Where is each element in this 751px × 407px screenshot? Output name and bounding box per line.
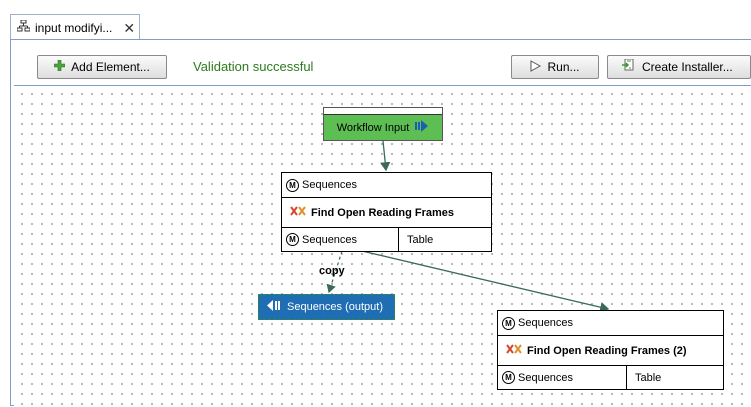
workflow-input-body: Workflow Input xyxy=(324,114,442,140)
node-title: Find Open Reading Frames xyxy=(311,206,455,219)
node-title-row: Find Open Reading Frames (2) xyxy=(498,336,723,366)
output-port-sequences[interactable]: Sequences xyxy=(302,234,398,246)
output-port-row: M Sequences Table xyxy=(498,366,723,389)
create-installer-button[interactable]: Create Installer... xyxy=(607,55,751,79)
create-installer-label: Create Installer... xyxy=(642,60,733,74)
tab-workflow[interactable]: input modifyi... ✕ xyxy=(10,14,140,40)
output-icon xyxy=(267,300,281,314)
output-port-sequences[interactable]: Sequences xyxy=(518,372,626,384)
input-arrow-icon xyxy=(415,120,429,135)
output-port-row: M Sequences Table xyxy=(282,228,491,251)
orf-icon xyxy=(506,344,522,357)
output-node[interactable]: Sequences (output) xyxy=(258,294,395,320)
run-label: Run... xyxy=(547,60,580,74)
tab-bar: input modifyi... ✕ xyxy=(0,0,751,40)
orf-node-2[interactable]: M Sequences Find Open Reading Frames (2)… xyxy=(497,310,724,390)
input-port-label: Sequences xyxy=(518,317,574,329)
port-marker-icon: M xyxy=(286,233,299,246)
output-port-table[interactable]: Table xyxy=(398,228,491,251)
workflow-input-label: Workflow Input xyxy=(336,121,410,134)
orf-icon xyxy=(290,206,306,219)
plus-icon xyxy=(53,59,66,74)
input-port-row: M Sequences xyxy=(498,311,723,336)
output-port-table[interactable]: Table xyxy=(626,366,723,389)
input-port-row: M Sequences xyxy=(282,173,491,198)
close-icon[interactable]: ✕ xyxy=(123,21,135,35)
port-marker-icon: M xyxy=(286,178,299,192)
validation-status: Validation successful xyxy=(193,59,314,74)
output-label: Sequences (output) xyxy=(287,301,384,313)
orf-node[interactable]: M Sequences Find Open Reading Frames M S… xyxy=(281,172,492,252)
port-marker-icon: M xyxy=(502,316,515,330)
node-title: Find Open Reading Frames (2) xyxy=(527,344,687,357)
add-element-button[interactable]: Add Element... xyxy=(37,55,167,79)
workflow-input-node[interactable]: Workflow Input xyxy=(323,107,443,141)
input-port-label: Sequences xyxy=(302,179,358,191)
installer-icon xyxy=(622,58,636,75)
tab-label: input modifyi... xyxy=(35,20,113,35)
toolbar: Add Element... Validation successful Run… xyxy=(14,48,751,84)
workflow-icon xyxy=(16,19,31,35)
node-title-row: Find Open Reading Frames xyxy=(282,198,491,228)
play-icon xyxy=(530,59,542,75)
connection-label: copy xyxy=(319,265,345,277)
add-element-label: Add Element... xyxy=(71,60,150,74)
run-button[interactable]: Run... xyxy=(511,55,599,79)
port-marker-icon: M xyxy=(502,371,515,384)
